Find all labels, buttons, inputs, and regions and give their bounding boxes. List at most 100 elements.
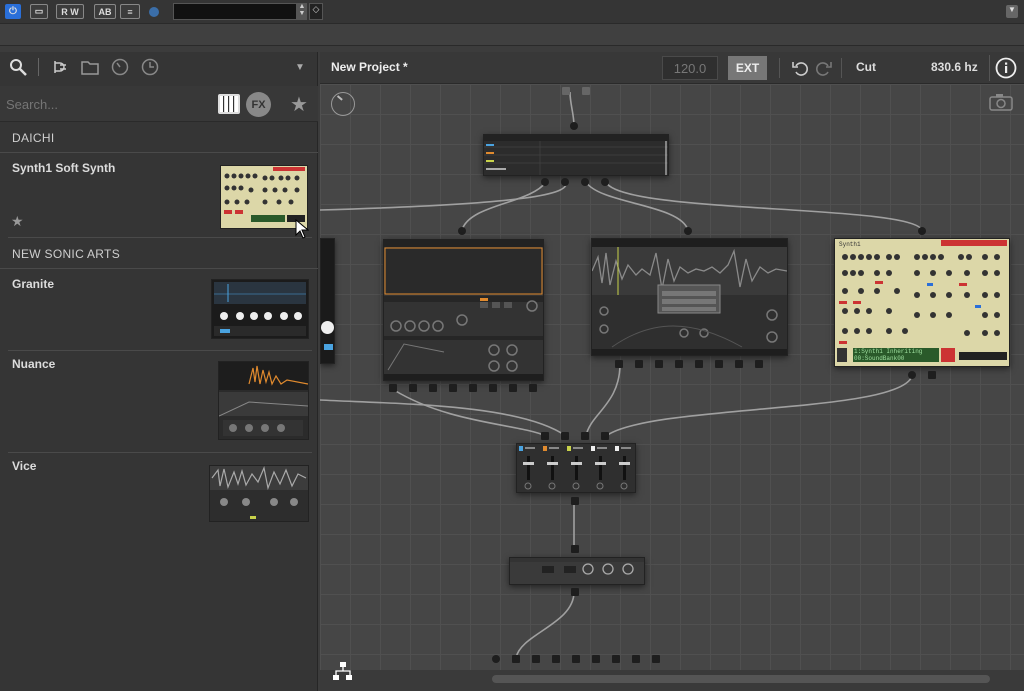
node-output-port[interactable] xyxy=(601,178,609,186)
output-port[interactable] xyxy=(469,384,477,392)
browser-sidebar: ▼ FX ★ DAICHI Synth1 Soft Synth ★ NEW SO… xyxy=(0,52,318,691)
gauge-icon[interactable] xyxy=(110,56,130,78)
patch-canvas[interactable]: Synth1 1:Synth1 Inheriting 00:SoundBank0… xyxy=(320,84,1024,670)
audio-out-port[interactable] xyxy=(572,655,580,663)
output-port[interactable] xyxy=(735,360,743,368)
synth1-bank-name: 00:SoundBank00 xyxy=(854,355,905,362)
output-port[interactable] xyxy=(635,360,643,368)
plugin-name: Granite xyxy=(12,277,55,291)
collapse-chevron-icon[interactable]: ▼ xyxy=(1006,5,1018,18)
output-port[interactable] xyxy=(655,360,663,368)
favorite-star-icon[interactable]: ★ xyxy=(11,213,24,230)
output-port[interactable] xyxy=(755,360,763,368)
output-port[interactable] xyxy=(509,384,517,392)
input-port[interactable] xyxy=(582,87,590,95)
audio-out-port[interactable] xyxy=(532,655,540,663)
plugin-item-vice[interactable]: Vice xyxy=(8,453,312,533)
node-input-port[interactable] xyxy=(918,227,926,235)
sequencer-node[interactable] xyxy=(483,134,669,176)
output-port[interactable] xyxy=(409,384,417,392)
output-port[interactable] xyxy=(675,360,683,368)
camera-icon[interactable] xyxy=(988,92,1014,112)
ext-sync-button[interactable]: EXT xyxy=(728,56,767,80)
node-input-port[interactable] xyxy=(458,227,466,235)
dropdown-chevron-icon[interactable]: ▼ xyxy=(292,60,308,74)
plugin-item-synth1[interactable]: Synth1 Soft Synth ★ xyxy=(8,155,312,238)
node-output-port[interactable] xyxy=(561,178,569,186)
input-port[interactable] xyxy=(562,87,570,95)
audio-out-port[interactable] xyxy=(632,655,640,663)
output-port[interactable] xyxy=(615,360,623,368)
edit-mode-label[interactable]: Cut xyxy=(856,60,876,74)
horizontal-scrollbar[interactable] xyxy=(492,675,990,683)
hierarchy-icon[interactable] xyxy=(332,661,354,683)
audio-out-port[interactable] xyxy=(612,655,620,663)
node-input-port[interactable] xyxy=(570,122,578,130)
audio-out-port[interactable] xyxy=(512,655,520,663)
ab-compare-button[interactable]: AB xyxy=(94,4,116,19)
vendor-header-new-sonic-arts: NEW SONIC ARTS xyxy=(0,239,318,269)
folder-icon[interactable] xyxy=(80,56,100,78)
mixer-input-port[interactable] xyxy=(541,432,549,440)
clock-icon[interactable] xyxy=(140,56,160,78)
synth1-patch-display: 1:Synth1 Inheriting 00:SoundBank00 xyxy=(854,348,922,362)
master-output-node[interactable] xyxy=(509,557,645,585)
mixer-output-port[interactable] xyxy=(571,497,579,505)
master-output-port[interactable] xyxy=(571,588,579,596)
node-input-port[interactable] xyxy=(684,227,692,235)
mixer-input-port[interactable] xyxy=(581,432,589,440)
preset-select[interactable] xyxy=(173,3,297,20)
audio-out-port[interactable] xyxy=(592,655,600,663)
plug-icon[interactable] xyxy=(50,56,70,78)
menu-button[interactable]: ≡ xyxy=(120,4,140,19)
toolbar-divider xyxy=(989,55,990,81)
tempo-field[interactable]: 120.0 xyxy=(662,56,718,80)
rw-button[interactable]: R W xyxy=(56,4,84,19)
undo-icon[interactable] xyxy=(790,57,810,79)
info-icon[interactable] xyxy=(993,55,1019,81)
node-output-port[interactable] xyxy=(908,371,916,379)
toolbar-divider xyxy=(779,58,780,78)
plugin-thumbnail xyxy=(211,279,309,339)
output-port[interactable] xyxy=(529,384,537,392)
power-button[interactable]: ⏻ xyxy=(5,4,21,19)
output-port[interactable] xyxy=(489,384,497,392)
synth1-node[interactable]: Synth1 1:Synth1 Inheriting 00:SoundBank0… xyxy=(834,238,1010,367)
output-node-input-port[interactable] xyxy=(571,545,579,553)
toolbar-divider xyxy=(38,58,39,76)
bypass-button[interactable]: ▭ xyxy=(30,4,48,19)
canvas-bottom-bar xyxy=(320,662,1024,691)
granite-node[interactable] xyxy=(320,238,335,364)
node-output-port[interactable] xyxy=(581,178,589,186)
preset-stepper[interactable]: ▲ ▼ xyxy=(297,3,307,20)
fx-filter-button[interactable]: FX xyxy=(246,92,271,117)
vice-node[interactable] xyxy=(591,238,788,356)
output-port[interactable] xyxy=(715,360,723,368)
instrument-filter-keyboard-icon[interactable] xyxy=(218,94,240,114)
power-icon: ⏻ xyxy=(9,6,17,17)
output-port[interactable] xyxy=(389,384,397,392)
search-input[interactable] xyxy=(6,92,206,116)
output-port[interactable] xyxy=(928,371,936,379)
output-port[interactable] xyxy=(449,384,457,392)
vice-output-ports xyxy=(615,360,765,370)
frequency-readout: 830.6 hz xyxy=(931,60,978,74)
diamond-icon[interactable]: ◇ xyxy=(309,3,323,20)
output-port[interactable] xyxy=(695,360,703,368)
cpu-meter-dial-icon[interactable] xyxy=(331,92,355,116)
audio-out-port[interactable] xyxy=(652,655,660,663)
plugin-item-granite[interactable]: Granite xyxy=(8,271,312,351)
search-icon[interactable] xyxy=(8,56,28,78)
nuance-node[interactable] xyxy=(383,239,544,381)
output-port[interactable] xyxy=(429,384,437,392)
plugin-name: Nuance xyxy=(12,357,56,371)
favorites-star-icon[interactable]: ★ xyxy=(288,92,310,116)
mixer-node[interactable] xyxy=(516,443,636,493)
redo-icon[interactable] xyxy=(814,57,834,79)
plugin-item-nuance[interactable]: Nuance xyxy=(8,351,312,453)
audio-out-port[interactable] xyxy=(492,655,500,663)
mixer-input-port[interactable] xyxy=(561,432,569,440)
node-output-port[interactable] xyxy=(541,178,549,186)
mixer-input-port[interactable] xyxy=(601,432,609,440)
audio-out-port[interactable] xyxy=(552,655,560,663)
